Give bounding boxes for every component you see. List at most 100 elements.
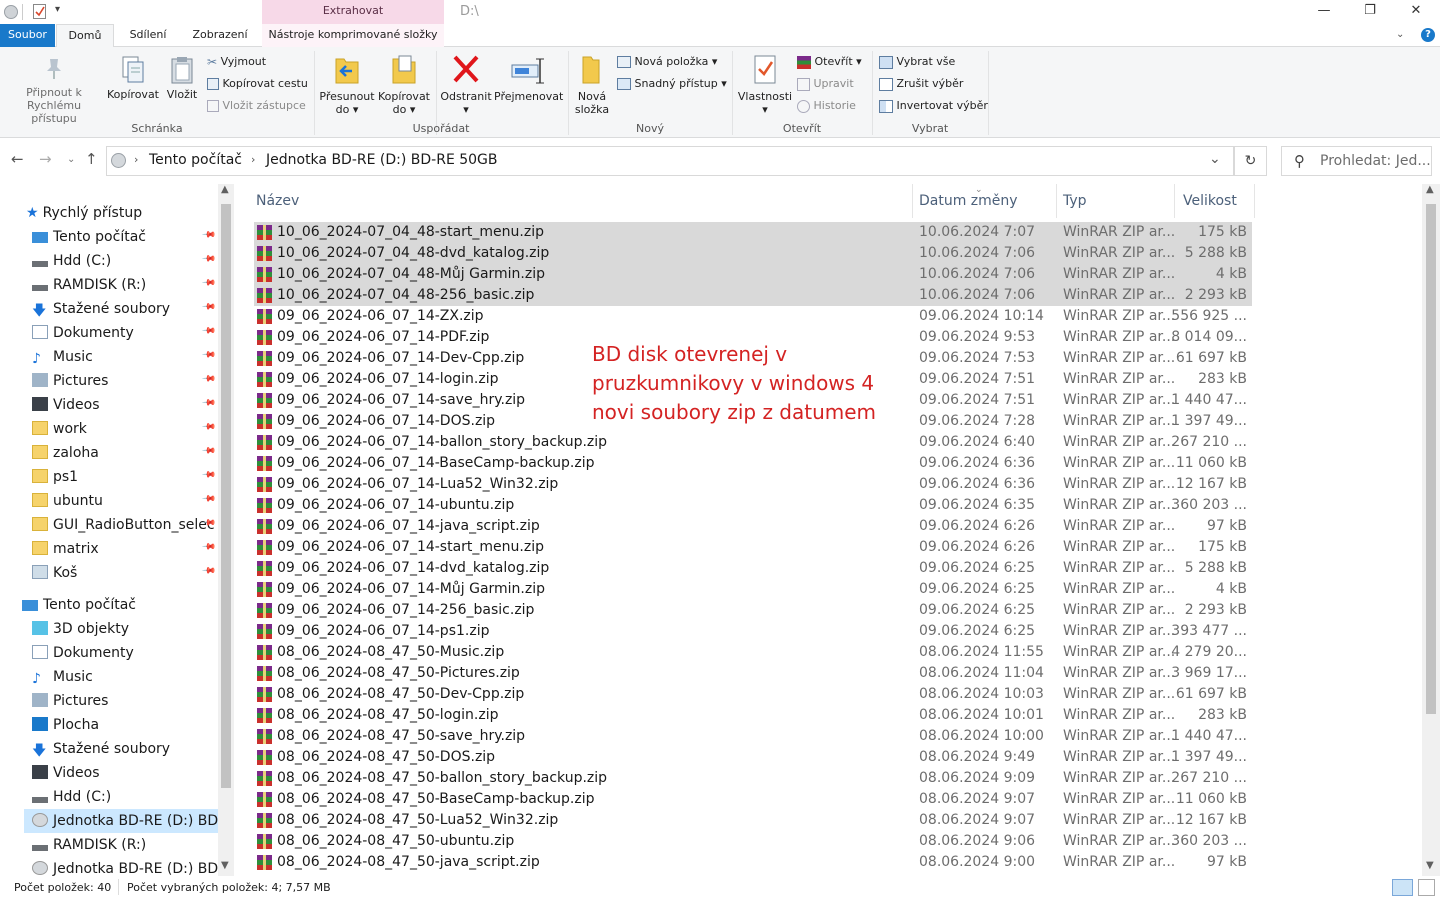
nav-pc-item[interactable]: 3D objekty <box>32 617 129 641</box>
file-row[interactable]: 09_06_2024-06_07_14-java_script.zip 09.06… <box>254 516 1252 537</box>
file-row[interactable]: 08_06_2024-08_47_50-ubuntu.zip 08.06.2024… <box>254 831 1252 852</box>
up-arrow-icon[interactable]: ↑ <box>85 150 98 168</box>
history-button[interactable]: Historie <box>797 97 856 115</box>
close-button[interactable]: ✕ <box>1393 0 1439 24</box>
file-row[interactable]: 09_06_2024-06_07_14-BaseCamp-backup.zip 0… <box>254 453 1252 474</box>
nav-quick-item[interactable]: GUI_RadioButton_selec <box>32 513 215 537</box>
scroll-down-icon[interactable]: ▼ <box>1426 860 1434 871</box>
nav-pc-item[interactable]: Videos <box>32 761 100 785</box>
back-arrow-icon[interactable]: ← <box>11 150 24 168</box>
cut-button[interactable]: ✂ Vyjmout <box>207 53 266 71</box>
nav-pc-item[interactable]: 🡇 Stažené soubory <box>32 737 170 761</box>
properties-button[interactable]: Vlastnosti ▾ <box>736 53 794 116</box>
recent-locations-icon[interactable]: ⌄ <box>67 154 75 165</box>
file-row[interactable]: 09_06_2024-06_07_14-ballon_story_backup.… <box>254 432 1252 453</box>
nav-scrollbar-thumb[interactable] <box>221 204 231 788</box>
maximize-button[interactable]: ❐ <box>1347 0 1393 24</box>
nav-quick-item[interactable]: zaloha <box>32 441 99 465</box>
tab-view[interactable]: Zobrazení <box>184 24 256 47</box>
minimize-button[interactable]: — <box>1301 0 1347 24</box>
file-row[interactable]: 08_06_2024-08_47_50-save_hry.zip 08.06.20… <box>254 726 1252 747</box>
chevron-down-icon[interactable]: ⌄ <box>1209 151 1221 167</box>
file-list-scrollbar-thumb[interactable] <box>1426 204 1436 714</box>
file-row[interactable]: 08_06_2024-08_47_50-Lua52_Win32.zip 08.06… <box>254 810 1252 831</box>
nav-pc-item[interactable]: RAMDISK (R:) <box>32 833 146 857</box>
nav-quick-item[interactable]: ps1 <box>32 465 78 489</box>
column-header-date[interactable]: ⌄ Datum změny <box>911 184 1057 218</box>
chevron-right-icon[interactable]: › <box>251 153 255 166</box>
nav-quick-item[interactable]: 🡇 Stažené soubory <box>32 297 170 321</box>
collapse-ribbon-icon[interactable]: ⌄ <box>1396 29 1404 40</box>
new-folder-button[interactable]: Nová složka <box>572 53 612 116</box>
nav-item-bd-drive-selected[interactable]: Jednotka BD-RE (D:) BD- <box>24 809 223 833</box>
file-row[interactable]: 09_06_2024-06_07_14-256_basic.zip 09.06.2… <box>254 600 1252 621</box>
file-row[interactable]: 09_06_2024-06_07_14-dvd_katalog.zip 09.06… <box>254 558 1252 579</box>
nav-quick-item[interactable]: Tento počítač <box>32 225 146 249</box>
file-row[interactable]: 09_06_2024-06_07_14-Můj Garmin.zip 09.06.… <box>254 579 1252 600</box>
nav-quick-item[interactable]: matrix <box>32 537 99 561</box>
help-icon[interactable]: ? <box>1421 28 1435 42</box>
tab-file[interactable]: Soubor <box>0 24 55 47</box>
nav-quick-item[interactable]: Videos <box>32 393 100 417</box>
chevron-right-icon[interactable]: › <box>134 153 138 166</box>
file-row[interactable]: 09_06_2024-06_07_14-ps1.zip 09.06.2024 6:… <box>254 621 1252 642</box>
breadcrumb-bd-drive[interactable]: Jednotka BD-RE (D:) BD-RE 50GB <box>266 152 498 168</box>
drive-icon[interactable] <box>4 5 18 19</box>
column-header-name[interactable]: Název <box>248 184 913 218</box>
nav-pc-item[interactable]: Plocha <box>32 713 99 737</box>
select-none-button[interactable]: Zrušit výběr <box>879 75 963 93</box>
invert-selection-button[interactable]: Invertovat výběr <box>879 97 988 115</box>
move-to-button[interactable]: Přesunout do ▾ <box>318 53 376 116</box>
file-row[interactable]: 08_06_2024-08_47_50-BaseCamp-backup.zip 0… <box>254 789 1252 810</box>
column-header-type[interactable]: Typ <box>1055 184 1175 218</box>
qat-dropdown-icon[interactable]: ▾ <box>55 4 60 15</box>
delete-button[interactable]: Odstranit ▾ <box>438 53 494 116</box>
properties-qat-icon[interactable] <box>33 4 46 19</box>
nav-quick-item[interactable]: RAMDISK (R:) <box>32 273 146 297</box>
file-row[interactable]: 08_06_2024-08_47_50-Dev-Cpp.zip 08.06.202… <box>254 684 1252 705</box>
nav-quick-item[interactable]: Koš <box>32 561 77 585</box>
nav-quick-item[interactable]: ♪ Music <box>32 345 93 369</box>
large-icons-view-icon[interactable] <box>1418 879 1435 896</box>
file-row[interactable]: 08_06_2024-08_47_50-DOS.zip 08.06.2024 9:… <box>254 747 1252 768</box>
breadcrumb-this-pc[interactable]: Tento počítač <box>149 152 242 168</box>
copy-to-button[interactable]: Kopírovat do ▾ <box>376 53 432 116</box>
file-row[interactable]: 09_06_2024-06_07_14-Lua52_Win32.zip 09.06… <box>254 474 1252 495</box>
file-row[interactable]: 09_06_2024-06_07_14-ZX.zip 09.06.2024 10:… <box>254 306 1252 327</box>
nav-pc-item[interactable]: Pictures <box>32 689 108 713</box>
tab-home[interactable]: Domů <box>56 24 114 48</box>
scroll-up-icon[interactable]: ▲ <box>221 184 229 195</box>
open-button[interactable]: Otevřít ▾ <box>797 53 862 71</box>
nav-pc-item[interactable]: Hdd (C:) <box>32 785 111 809</box>
easy-access-button[interactable]: Snadný přístup ▾ <box>617 75 727 93</box>
edit-button[interactable]: Upravit <box>797 75 854 93</box>
nav-quick-item[interactable]: Pictures <box>32 369 108 393</box>
nav-quick-item[interactable]: Dokumenty <box>32 321 134 345</box>
file-row[interactable]: 08_06_2024-08_47_50-Pictures.zip 08.06.20… <box>254 663 1252 684</box>
forward-arrow-icon[interactable]: → <box>39 150 52 168</box>
paste-shortcut-button[interactable]: Vložit zástupce <box>207 97 306 115</box>
copy-path-button[interactable]: Kopírovat cestu <box>207 75 308 93</box>
new-item-button[interactable]: Nová položka ▾ <box>617 53 717 71</box>
nav-quick-item[interactable]: work <box>32 417 87 441</box>
nav-pc-item[interactable]: Dokumenty <box>32 641 134 665</box>
paste-button[interactable]: Vložit <box>162 55 202 101</box>
file-row[interactable]: 09_06_2024-06_07_14-ubuntu.zip 09.06.2024… <box>254 495 1252 516</box>
file-row[interactable]: 08_06_2024-08_47_50-login.zip 08.06.2024 … <box>254 705 1252 726</box>
search-input[interactable]: ⚲ Prohledat: Jed... <box>1281 146 1432 176</box>
rename-button[interactable]: Přejmenovat <box>494 53 563 103</box>
address-bar[interactable]: › Tento počítač › Jednotka BD-RE (D:) BD… <box>106 146 1234 176</box>
file-row-selected[interactable]: 10_06_2024-07_04_48-start_menu.zip 10.06.… <box>254 222 1252 243</box>
nav-quick-access[interactable]: ★ Rychlý přístup <box>26 201 142 225</box>
scroll-down-icon[interactable]: ▼ <box>221 860 229 871</box>
file-row-selected[interactable]: 10_06_2024-07_04_48-256_basic.zip 10.06.2… <box>254 285 1252 306</box>
nav-quick-item[interactable]: Hdd (C:) <box>32 249 111 273</box>
file-row[interactable]: 08_06_2024-08_47_50-ballon_story_backup.… <box>254 768 1252 789</box>
scroll-up-icon[interactable]: ▲ <box>1426 184 1434 195</box>
file-row-selected[interactable]: 10_06_2024-07_04_48-Můj Garmin.zip 10.06.… <box>254 264 1252 285</box>
nav-pc-item[interactable]: Jednotka BD-RE (D:) BD-R <box>32 857 233 876</box>
copy-button[interactable]: Kopírovat <box>106 55 160 101</box>
pin-quick-access-button[interactable]: Připnout k Rychlému přístupu <box>4 55 104 125</box>
tab-share[interactable]: Sdílení <box>120 24 176 47</box>
file-row[interactable]: 09_06_2024-06_07_14-start_menu.zip 09.06.… <box>254 537 1252 558</box>
